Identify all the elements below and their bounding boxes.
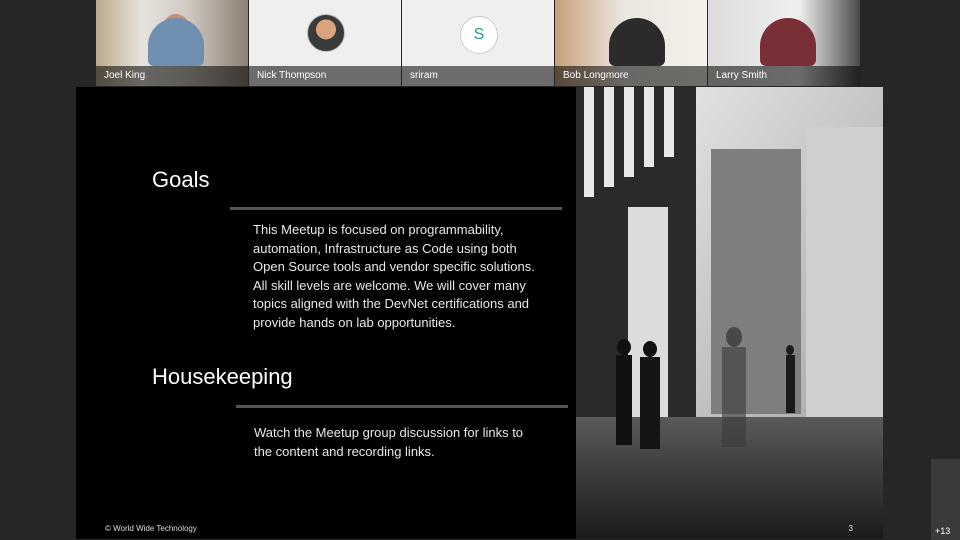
avatar — [307, 14, 345, 52]
text-line: Watch the Meetup group discussion for li… — [254, 425, 524, 440]
slide-photo: 3 — [576, 87, 883, 539]
text-line: automation, Infrastructure as Code using… — [253, 240, 517, 256]
participant-name: Bob Longmore — [555, 66, 707, 86]
slide-page-number: 3 — [848, 524, 853, 533]
housekeeping-text: Watch the Meetup group discussion for li… — [254, 424, 523, 461]
slide-footer: © World Wide Technology — [105, 524, 197, 533]
participant-video-body — [760, 18, 816, 66]
participant-name: Nick Thompson — [249, 66, 401, 86]
participant-video-body — [609, 18, 665, 66]
participant-name: Larry Smith — [708, 66, 860, 86]
avatar: S — [460, 16, 498, 54]
participant-name: Joel King — [96, 66, 248, 86]
section-heading-goals: Goals — [152, 167, 210, 192]
text-line: the content and recording links. — [254, 443, 435, 459]
text-line: All skill levels are welcome. We will co… — [253, 277, 526, 293]
participant-tile-bob-longmore[interactable]: Bob Longmore — [555, 0, 707, 86]
divider — [230, 207, 562, 210]
participant-tile-nick-thompson[interactable]: Nick Thompson — [249, 0, 401, 86]
section-heading-housekeeping: Housekeeping — [152, 364, 293, 389]
goals-text: This Meetup is focused on programmabilit… — [253, 221, 535, 332]
street-photo-image — [576, 87, 883, 539]
participant-tile-larry-smith[interactable]: Larry Smith — [708, 0, 860, 86]
more-participants-button[interactable]: +13 — [931, 459, 960, 540]
shared-slide: Goals This Meetup is focused on programm… — [76, 87, 883, 539]
participant-tile-sriram[interactable]: S sriram — [402, 0, 554, 86]
slide-text-panel: Goals This Meetup is focused on programm… — [76, 87, 576, 539]
more-participants-count: +13 — [935, 526, 951, 536]
text-line: Open Source tools and vendor specific so… — [253, 259, 535, 274]
text-line: This Meetup is focused on programmabilit… — [253, 222, 504, 237]
text-line: topics aligned with the DevNet certifica… — [253, 296, 530, 311]
divider — [236, 405, 568, 408]
participant-tile-joel-king[interactable]: Joel King — [96, 0, 248, 86]
participant-video-body — [148, 18, 204, 66]
participant-strip: Joel King Nick Thompson S sriram Bob Lon… — [96, 0, 862, 86]
participant-name: sriram — [402, 66, 554, 86]
text-line: provide hands on lab opportunities. — [253, 314, 456, 330]
